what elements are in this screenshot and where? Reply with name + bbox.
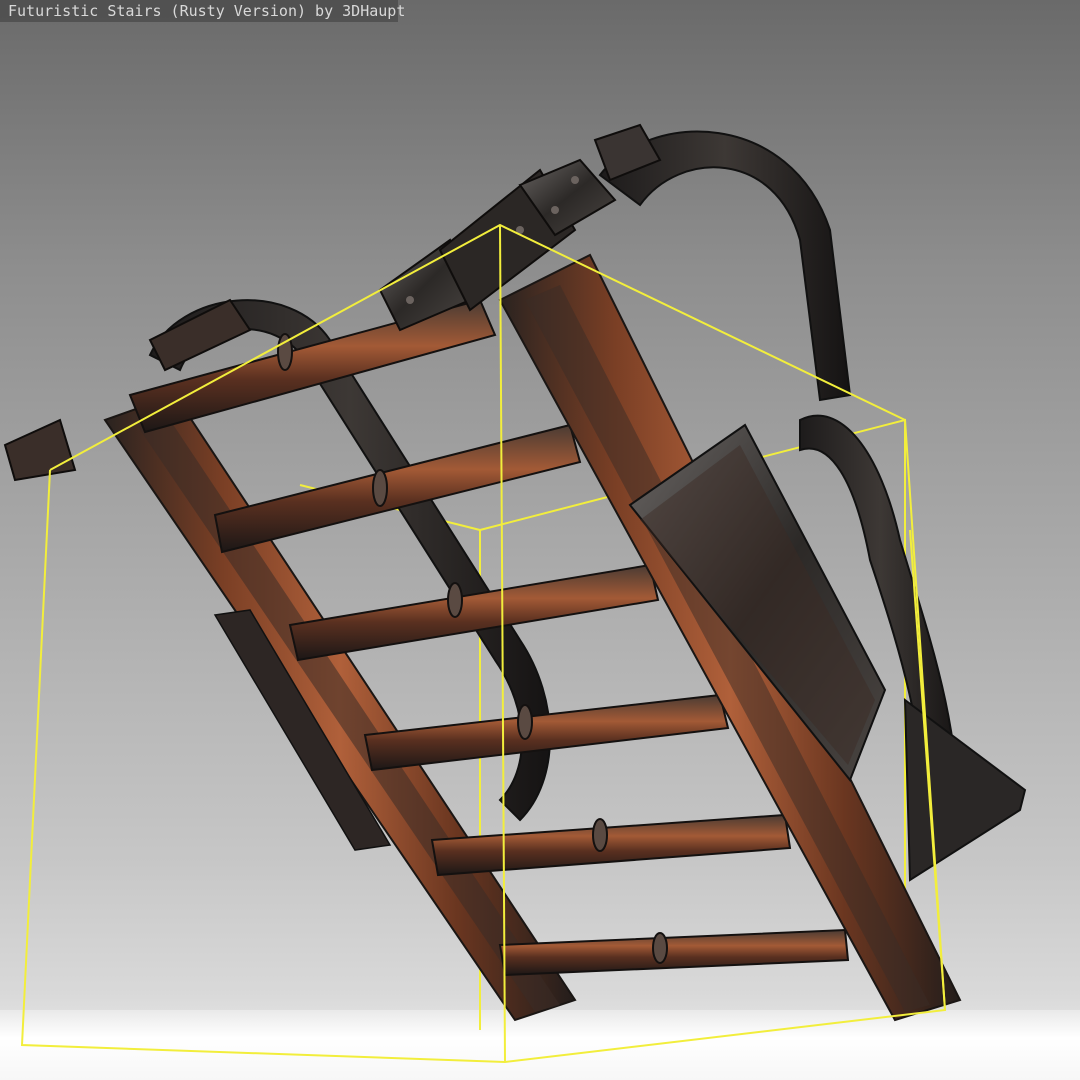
stairs-model[interactable] [0, 0, 1080, 1080]
model-title: Futuristic Stairs (Rusty Version) by 3DH… [0, 0, 405, 22]
3d-viewport[interactable]: Futuristic Stairs (Rusty Version) by 3DH… [0, 0, 1080, 1080]
right-stringer [498, 253, 962, 1022]
